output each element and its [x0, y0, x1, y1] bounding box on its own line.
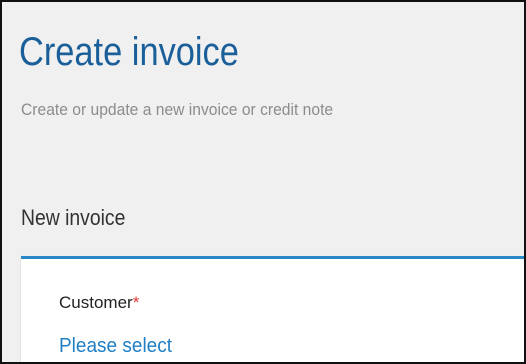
- customer-field-label: Customer*: [59, 292, 139, 314]
- section-title: New invoice: [21, 205, 126, 230]
- required-asterisk: *: [132, 293, 140, 312]
- page-title: Create invoice: [19, 30, 239, 74]
- customer-select-link[interactable]: Please select: [59, 333, 172, 359]
- invoice-form-card: Customer* Please select: [21, 256, 524, 362]
- customer-label-text: Customer: [59, 293, 133, 312]
- page-subtitle: Create or update a new invoice or credit…: [21, 100, 334, 119]
- app-frame: Create invoice Create or update a new in…: [0, 0, 526, 364]
